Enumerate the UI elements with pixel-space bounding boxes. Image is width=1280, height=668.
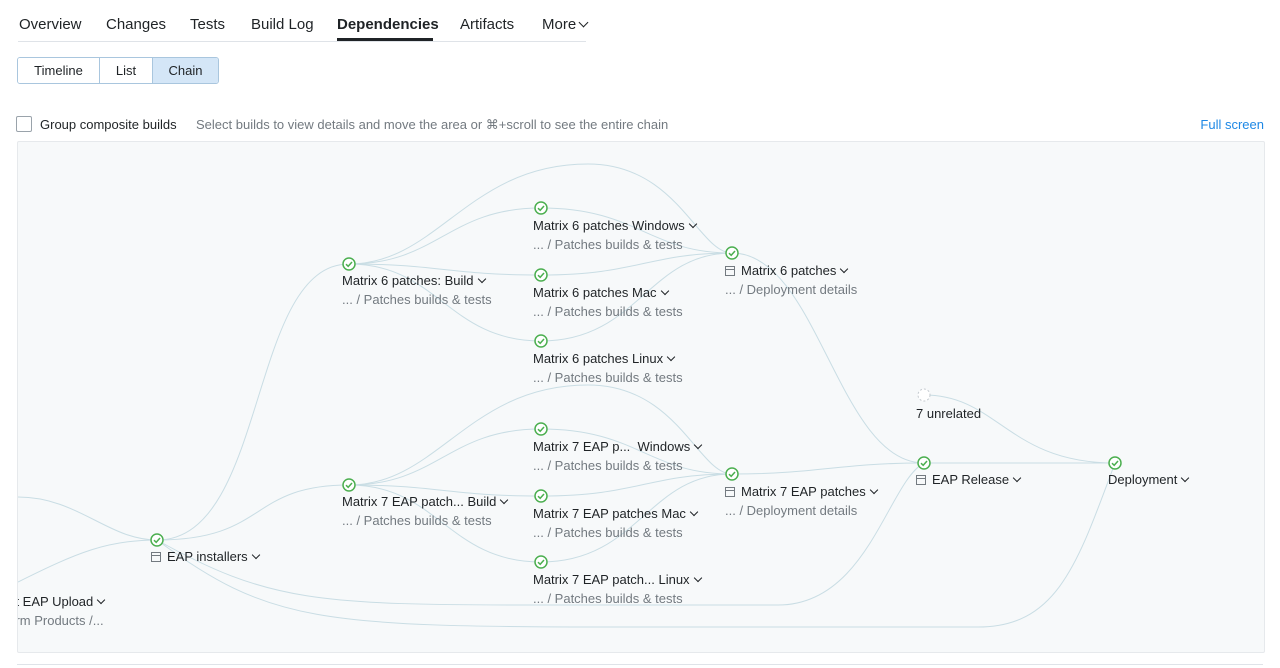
node-title: EAP Release xyxy=(932,472,1010,487)
composite-build-icon xyxy=(916,474,926,485)
success-check-icon xyxy=(1108,456,1122,470)
tab-more-label: More xyxy=(542,16,577,33)
node-matrix7-build[interactable]: Matrix 7 EAP patch... Build ... / Patche… xyxy=(342,494,509,528)
tab-overview[interactable]: Overview xyxy=(19,16,82,33)
view-chain-button[interactable]: Chain xyxy=(153,58,218,83)
node-title: Matrix 7 EAP patch... Linux xyxy=(533,572,690,587)
build-chain-canvas[interactable]: ent EAP Upload tform Products /... EAP i… xyxy=(17,141,1265,653)
node-subtitle: ... / Patches builds & tests xyxy=(533,525,683,540)
chevron-down-icon xyxy=(578,17,589,28)
node-title: Matrix 6 patches Mac xyxy=(533,285,657,300)
success-check-icon xyxy=(150,533,164,547)
composite-build-icon xyxy=(151,551,161,562)
chevron-down-icon[interactable] xyxy=(1012,473,1022,482)
success-check-icon xyxy=(534,268,548,282)
chevron-down-icon[interactable] xyxy=(251,550,260,559)
full-screen-link[interactable]: Full screen xyxy=(1200,117,1264,132)
node-title: Matrix 6 patches: Build xyxy=(342,273,474,288)
chevron-down-icon[interactable] xyxy=(869,485,879,494)
tab-tests[interactable]: Tests xyxy=(190,16,225,33)
chevron-down-icon[interactable] xyxy=(840,264,849,273)
node-title: ent EAP Upload xyxy=(18,594,94,609)
composite-build-icon xyxy=(725,486,735,497)
chevron-down-icon[interactable] xyxy=(689,507,699,516)
tab-changes[interactable]: Changes xyxy=(106,16,166,33)
node-subtitle: tform Products /... xyxy=(18,613,104,628)
chain-hint-text: Select builds to view details and move t… xyxy=(196,117,669,132)
node-subtitle: ... / Patches builds & tests xyxy=(533,591,683,606)
success-check-icon xyxy=(342,478,356,492)
node-eap-installers[interactable]: EAP installers xyxy=(151,549,260,564)
node-subtitle: ... / Deployment details xyxy=(725,282,858,297)
node-matrix7-patches[interactable]: Matrix 7 EAP patches ... / Deployment de… xyxy=(725,484,879,518)
node-subtitle: ... / Patches builds & tests xyxy=(533,458,683,473)
chevron-down-icon[interactable] xyxy=(97,595,106,604)
node-title: Matrix 6 patches Linux xyxy=(533,351,664,366)
node-eap-upload[interactable]: ent EAP Upload tform Products /... xyxy=(18,594,106,628)
node-matrix7-mac[interactable]: Matrix 7 EAP patches Mac ... / Patches b… xyxy=(533,506,699,540)
node-matrix6-patches[interactable]: Matrix 6 patches ... / Deployment detail… xyxy=(725,263,857,297)
chevron-down-icon[interactable] xyxy=(477,274,486,283)
success-check-icon xyxy=(534,489,548,503)
node-title: Matrix 7 EAP patches Mac xyxy=(533,506,686,521)
success-check-icon xyxy=(917,456,931,470)
success-check-icon xyxy=(725,246,739,260)
node-deployment[interactable]: Deployment xyxy=(1108,472,1190,487)
chevron-down-icon[interactable] xyxy=(693,573,702,582)
chevron-down-icon[interactable] xyxy=(688,219,697,228)
node-matrix6-linux[interactable]: Matrix 6 patches Linux ... / Patches bui… xyxy=(533,351,683,385)
node-subtitle: ... / Patches builds & tests xyxy=(342,513,492,528)
node-title: Matrix 6 patches Windows xyxy=(533,218,685,233)
node-matrix6-build[interactable]: Matrix 6 patches: Build ... / Patches bu… xyxy=(342,273,492,307)
node-eap-release[interactable]: EAP Release xyxy=(916,472,1022,487)
node-title: Matrix 7 EAP patch... Build xyxy=(342,494,497,509)
page-divider xyxy=(17,664,1263,665)
node-subtitle: ... / Patches builds & tests xyxy=(342,292,492,307)
chevron-down-icon[interactable] xyxy=(1181,473,1190,482)
chevron-down-icon[interactable] xyxy=(694,440,703,449)
node-subtitle: ... / Patches builds & tests xyxy=(533,237,683,252)
tab-dependencies[interactable]: Dependencies xyxy=(337,16,439,33)
node-subtitle: ... / Patches builds & tests xyxy=(533,370,683,385)
chevron-down-icon[interactable] xyxy=(500,495,509,504)
view-timeline-button[interactable]: Timeline xyxy=(18,58,100,83)
tab-more[interactable]: More xyxy=(542,16,589,33)
node-subtitle: ... / Patches builds & tests xyxy=(533,304,683,319)
pending-circle-icon xyxy=(917,388,931,402)
node-title: Matrix 6 patches xyxy=(741,263,837,278)
composite-build-icon xyxy=(725,265,735,276)
chevron-down-icon[interactable] xyxy=(660,286,669,295)
view-toggle: Timeline List Chain xyxy=(17,57,219,84)
view-list-button[interactable]: List xyxy=(100,58,153,83)
tab-artifacts[interactable]: Artifacts xyxy=(460,16,514,33)
node-unrelated[interactable]: 7 unrelated xyxy=(916,406,981,421)
node-matrix7-windows[interactable]: Matrix 7 EAP p... Windows ... / Patches … xyxy=(533,439,703,473)
node-title: 7 unrelated xyxy=(916,406,982,421)
node-title: Matrix 7 EAP patches xyxy=(741,484,866,499)
chevron-down-icon[interactable] xyxy=(666,352,676,361)
node-title: EAP installers xyxy=(167,549,248,564)
active-tab-indicator xyxy=(337,38,433,41)
node-matrix7-linux[interactable]: Matrix 7 EAP patch... Linux ... / Patche… xyxy=(533,572,702,606)
group-composite-label[interactable]: Group composite builds xyxy=(40,117,177,132)
success-check-icon xyxy=(534,555,548,569)
success-check-icon xyxy=(342,257,356,271)
node-title: Matrix 7 EAP p... Windows xyxy=(533,439,691,454)
tab-build-log[interactable]: Build Log xyxy=(251,16,314,33)
node-matrix6-windows[interactable]: Matrix 6 patches Windows ... / Patches b… xyxy=(533,218,697,252)
success-check-icon xyxy=(534,201,548,215)
node-subtitle: ... / Deployment details xyxy=(725,503,858,518)
group-composite-checkbox[interactable] xyxy=(16,116,32,132)
node-title: Deployment xyxy=(1108,472,1178,487)
success-check-icon xyxy=(534,422,548,436)
success-check-icon xyxy=(534,334,548,348)
node-matrix6-mac[interactable]: Matrix 6 patches Mac ... / Patches build… xyxy=(533,285,683,319)
success-check-icon xyxy=(725,467,739,481)
tab-bar: Overview Changes Tests Build Log Depende… xyxy=(18,0,589,42)
